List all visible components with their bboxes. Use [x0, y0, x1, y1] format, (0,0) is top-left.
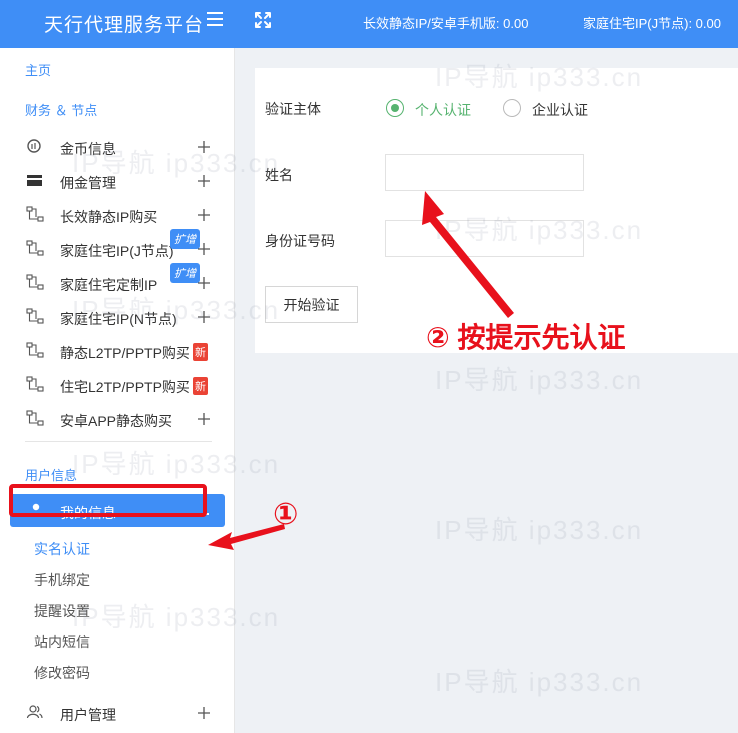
expand-badge: 扩增 — [170, 229, 200, 249]
watermark: IP导航 ip333.cn — [435, 667, 644, 697]
sub-item-realname[interactable]: 实名认证 — [34, 539, 90, 559]
menu-icon[interactable] — [207, 12, 223, 28]
sidebar-item-label: 住宅L2TP/PPTP购买 — [60, 379, 190, 395]
network-icon — [26, 240, 44, 256]
sidebar-item-label: 安卓APP静态购买 — [60, 413, 173, 429]
sidebar-item-static-ip[interactable]: 长效静态IP购买 — [0, 200, 235, 230]
sidebar-item-label: 佣金管理 — [60, 175, 116, 191]
expand-icon[interactable] — [253, 10, 273, 30]
home-ip-balance: 家庭住宅IP(J节点): 0.00 — [583, 16, 721, 31]
sidebar-item-android-static[interactable]: 安卓APP静态购买 — [0, 404, 235, 434]
sidebar-item-home-ip-n[interactable]: 家庭住宅IP(N节点) — [0, 302, 235, 332]
watermark: IP导航 ip333.cn — [435, 515, 644, 545]
sidebar-item-label: 用户管理 — [60, 707, 116, 723]
sidebar-item-home-custom-ip[interactable]: 家庭住宅定制IP 扩增 — [0, 263, 235, 298]
sidebar-section-finance: 财务 ＆ 节点 — [25, 103, 98, 118]
network-icon — [26, 274, 44, 290]
sidebar-item-label: 静态L2TP/PPTP购买 — [60, 345, 190, 361]
plus-icon[interactable] — [197, 208, 211, 222]
top-header: 天行代理服务平台 长效静态IP/安卓手机版: 0.00 家庭住宅IP(J节点):… — [0, 0, 738, 48]
users-icon — [26, 705, 43, 719]
network-icon — [26, 342, 44, 358]
sidebar-item-label: 家庭住宅定制IP — [60, 277, 158, 293]
sidebar-item-static-l2tp[interactable]: 静态L2TP/PPTP购买 新 — [0, 336, 235, 366]
id-number-input[interactable] — [385, 220, 584, 257]
new-badge: 新 — [193, 343, 208, 361]
sidebar-item-coin-info[interactable]: 金币信息 — [0, 132, 235, 162]
sidebar-item-commission[interactable]: 佣金管理 — [0, 166, 235, 196]
plus-icon[interactable] — [197, 706, 211, 720]
card-icon — [27, 175, 42, 186]
plus-icon[interactable] — [197, 140, 211, 154]
sub-item-phone-bind[interactable]: 手机绑定 — [34, 570, 90, 590]
sub-item-reminder[interactable]: 提醒设置 — [34, 601, 90, 621]
name-input[interactable] — [385, 154, 584, 191]
plus-icon[interactable] — [197, 276, 211, 290]
brand-title: 天行代理服务平台 — [44, 15, 205, 36]
verification-form-card: 验证主体 个人认证 企业认证 姓名 身份证号码 开始验证 — [255, 68, 738, 353]
sub-item-messages[interactable]: 站内短信 — [34, 632, 90, 652]
sidebar-item-home-l2tp[interactable]: 住宅L2TP/PPTP购买 新 — [0, 370, 235, 400]
new-badge: 新 — [193, 377, 208, 395]
subject-label: 验证主体 — [265, 101, 321, 117]
radio-personal-label[interactable]: 个人认证 — [415, 100, 471, 120]
start-verify-button[interactable]: 开始验证 — [265, 286, 358, 323]
network-icon — [26, 308, 44, 324]
watermark: IP导航 ip333.cn — [435, 365, 644, 395]
sidebar-item-label: 家庭住宅IP(N节点) — [60, 311, 177, 327]
network-icon — [26, 206, 44, 222]
network-icon — [26, 376, 44, 392]
plus-icon[interactable] — [197, 242, 211, 256]
radio-personal[interactable] — [386, 99, 404, 117]
sidebar-section-user: 用户信息 — [25, 468, 78, 483]
sidebar-item-home[interactable]: 主页 — [25, 60, 51, 79]
sidebar-item-label: 家庭住宅IP(J节点) — [60, 243, 174, 259]
sidebar-item-label: 金币信息 — [60, 141, 116, 157]
name-label: 姓名 — [265, 167, 293, 183]
plus-icon[interactable] — [197, 174, 211, 188]
sidebar: 主页 财务 ＆ 节点 金币信息 佣金管理 长效静态IP购买 家庭住宅IP(J节点… — [0, 48, 235, 733]
radio-enterprise-label[interactable]: 企业认证 — [532, 100, 588, 120]
annotation-step-1: ① — [273, 498, 299, 531]
highlight-box-realname — [9, 484, 207, 517]
static-ip-balance: 长效静态IP/安卓手机版: 0.00 — [363, 16, 529, 31]
radio-enterprise[interactable] — [503, 99, 521, 117]
coin-icon — [27, 139, 41, 153]
plus-icon[interactable] — [197, 412, 211, 426]
expand-badge: 扩增 — [170, 263, 200, 283]
sidebar-divider — [25, 441, 212, 442]
sidebar-item-home-ip-j[interactable]: 家庭住宅IP(J节点) 扩增 — [0, 229, 235, 264]
network-icon — [26, 410, 44, 426]
id-number-label: 身份证号码 — [265, 233, 335, 249]
sidebar-item-user-mgmt[interactable]: 用户管理 — [0, 698, 235, 728]
sub-item-password[interactable]: 修改密码 — [34, 663, 90, 683]
plus-icon[interactable] — [197, 310, 211, 324]
sidebar-item-label: 长效静态IP购买 — [60, 209, 158, 225]
annotation-step-2: ② 按提示先认证 — [426, 322, 626, 353]
